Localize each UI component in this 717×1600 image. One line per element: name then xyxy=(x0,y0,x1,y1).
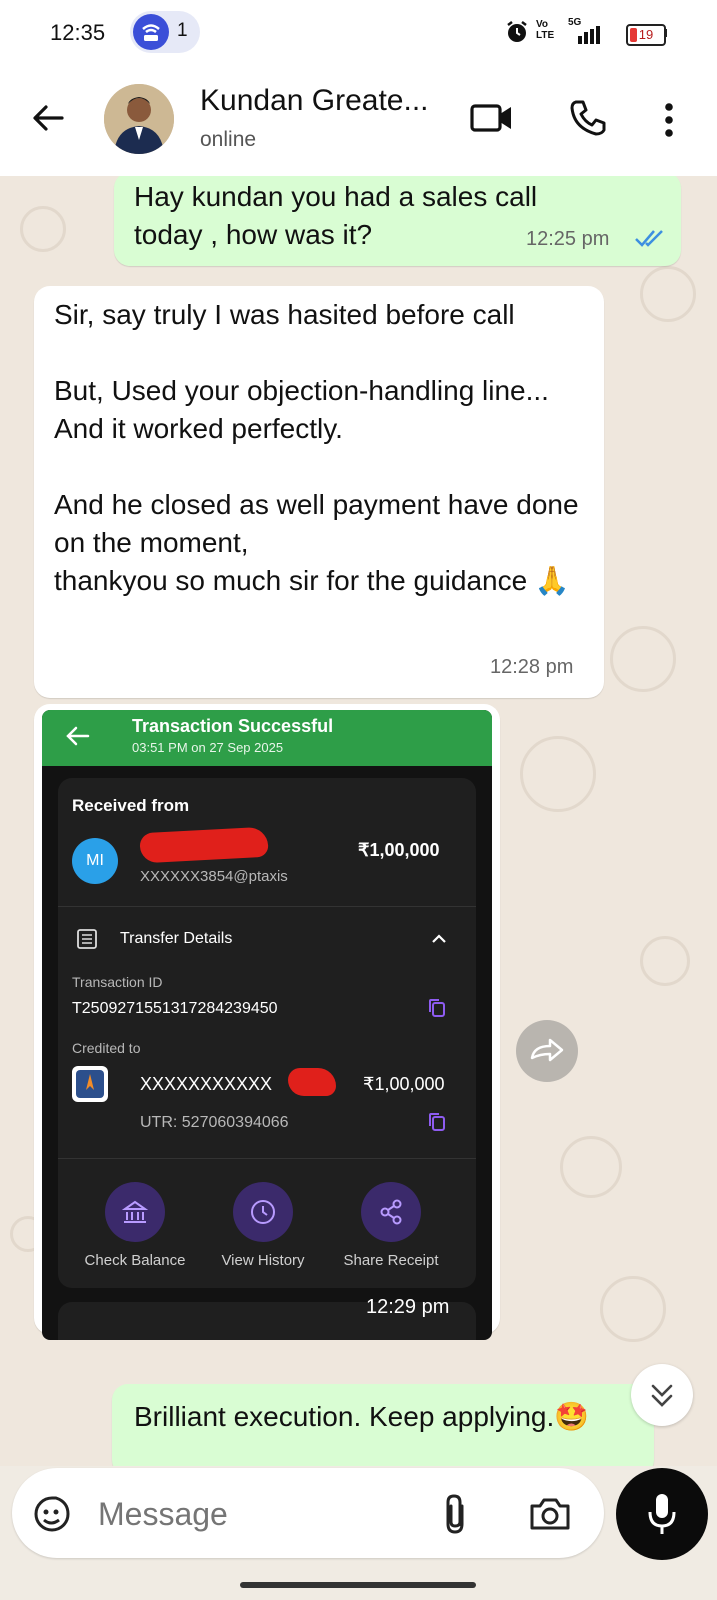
check-balance-icon xyxy=(105,1182,165,1242)
volte-indicator: Vo LTE xyxy=(536,19,555,41)
video-call-icon[interactable] xyxy=(470,102,514,139)
message-text: Sir, say truly I was hasited before call… xyxy=(54,299,579,596)
background-doodle xyxy=(600,1276,666,1342)
chevron-up-icon xyxy=(430,932,448,951)
redaction-mark xyxy=(288,1068,336,1096)
message-text: Brilliant execution. Keep applying.🤩 xyxy=(134,1401,590,1432)
background-doodle xyxy=(640,266,696,322)
message-time: 12:28 pm xyxy=(490,656,574,678)
message-input[interactable] xyxy=(96,1486,430,1542)
receipt-datetime: 03:51 PM on 27 Sep 2025 xyxy=(132,740,284,755)
contact-status: online xyxy=(200,128,257,151)
received-from-label: Received from xyxy=(72,796,190,815)
copy-icon xyxy=(428,998,446,1023)
camera-icon[interactable] xyxy=(528,1496,572,1537)
received-amount: ₹1,00,000 xyxy=(358,840,440,860)
message-text: Hay kundan you had a sales call today , … xyxy=(134,181,545,250)
transfer-details-icon xyxy=(76,928,98,955)
forward-button[interactable] xyxy=(516,1020,578,1082)
background-doodle xyxy=(20,206,66,252)
copy-icon xyxy=(428,1112,446,1137)
message-bubble-outgoing[interactable]: Hay kundan you had a sales call today , … xyxy=(114,176,681,266)
receipt-card: Received from MI ₹1,00,000 XXXXXX3854@pt… xyxy=(58,778,476,1288)
battery-icon: 19 xyxy=(626,24,666,46)
account-masked: XXXXXXXXXXX xyxy=(140,1074,273,1094)
notification-count: 1 xyxy=(177,20,188,41)
attach-icon[interactable] xyxy=(440,1492,470,1541)
chat-area[interactable]: Hay kundan you had a sales call today , … xyxy=(0,176,717,1466)
scroll-to-bottom-button[interactable] xyxy=(631,1364,693,1426)
background-doodle xyxy=(560,1136,622,1198)
hotspot-icon xyxy=(133,14,169,50)
payment-receipt-image[interactable]: Transaction Successful 03:51 PM on 27 Se… xyxy=(42,710,492,1340)
voice-call-icon[interactable] xyxy=(568,98,608,143)
share-icon xyxy=(361,1182,421,1242)
battery-percent: 19 xyxy=(638,27,654,42)
message-bubble-incoming[interactable]: Sir, say truly I was hasited before call… xyxy=(34,286,604,698)
background-doodle xyxy=(640,936,690,986)
home-indicator[interactable] xyxy=(240,1582,476,1588)
receipt-header: Transaction Successful 03:51 PM on 27 Se… xyxy=(42,710,492,766)
credited-amount: ₹1,00,000 xyxy=(363,1074,445,1094)
divider xyxy=(58,1158,476,1159)
signal-icon xyxy=(570,26,604,49)
check-balance-label: Check Balance xyxy=(84,1252,186,1269)
status-bar: 12:35 1 Vo LTE 5G 19 xyxy=(0,0,717,64)
credited-to-label: Credited to xyxy=(72,1040,141,1056)
message-time: 12:29 pm xyxy=(366,1296,450,1318)
transfer-details-label: Transfer Details xyxy=(120,930,233,947)
utr-number: UTR: 527060394066 xyxy=(140,1114,289,1131)
bank-logo-icon xyxy=(72,1066,108,1102)
voice-record-button[interactable] xyxy=(616,1468,708,1560)
avatar[interactable] xyxy=(104,84,174,154)
transaction-id-label: Transaction ID xyxy=(72,974,163,990)
background-doodle xyxy=(610,626,676,692)
status-time: 12:35 xyxy=(50,20,106,45)
background-doodle xyxy=(520,736,596,812)
contact-name[interactable]: Kundan Greate... xyxy=(200,84,429,118)
chat-header: Kundan Greate... online xyxy=(0,64,717,176)
hotspot-notification[interactable]: 1 xyxy=(130,11,200,53)
alarm-icon xyxy=(506,20,528,49)
battery-tip xyxy=(664,29,667,37)
sender-avatar: MI xyxy=(72,838,118,884)
share-receipt-label: Share Receipt xyxy=(343,1252,439,1269)
redaction-mark xyxy=(139,826,269,864)
message-input-bar[interactable] xyxy=(12,1468,604,1558)
back-arrow-icon[interactable] xyxy=(30,100,66,141)
receipt-back-icon xyxy=(64,724,90,753)
receipt-title: Transaction Successful xyxy=(132,716,334,736)
message-bubble-outgoing[interactable]: Brilliant execution. Keep applying.🤩 xyxy=(112,1384,654,1466)
view-history-label: View History xyxy=(221,1252,305,1269)
mic-icon xyxy=(646,1492,678,1541)
sticker-icon[interactable] xyxy=(32,1494,72,1539)
message-time: 12:25 pm xyxy=(526,228,610,250)
read-receipt-icon xyxy=(634,228,668,253)
transaction-id: T2509271551317284239450 xyxy=(72,1000,278,1017)
divider xyxy=(58,906,476,907)
sender-upi: XXXXXX3854@ptaxis xyxy=(140,868,288,885)
history-clock-icon xyxy=(233,1182,293,1242)
more-vert-icon[interactable] xyxy=(664,102,674,143)
